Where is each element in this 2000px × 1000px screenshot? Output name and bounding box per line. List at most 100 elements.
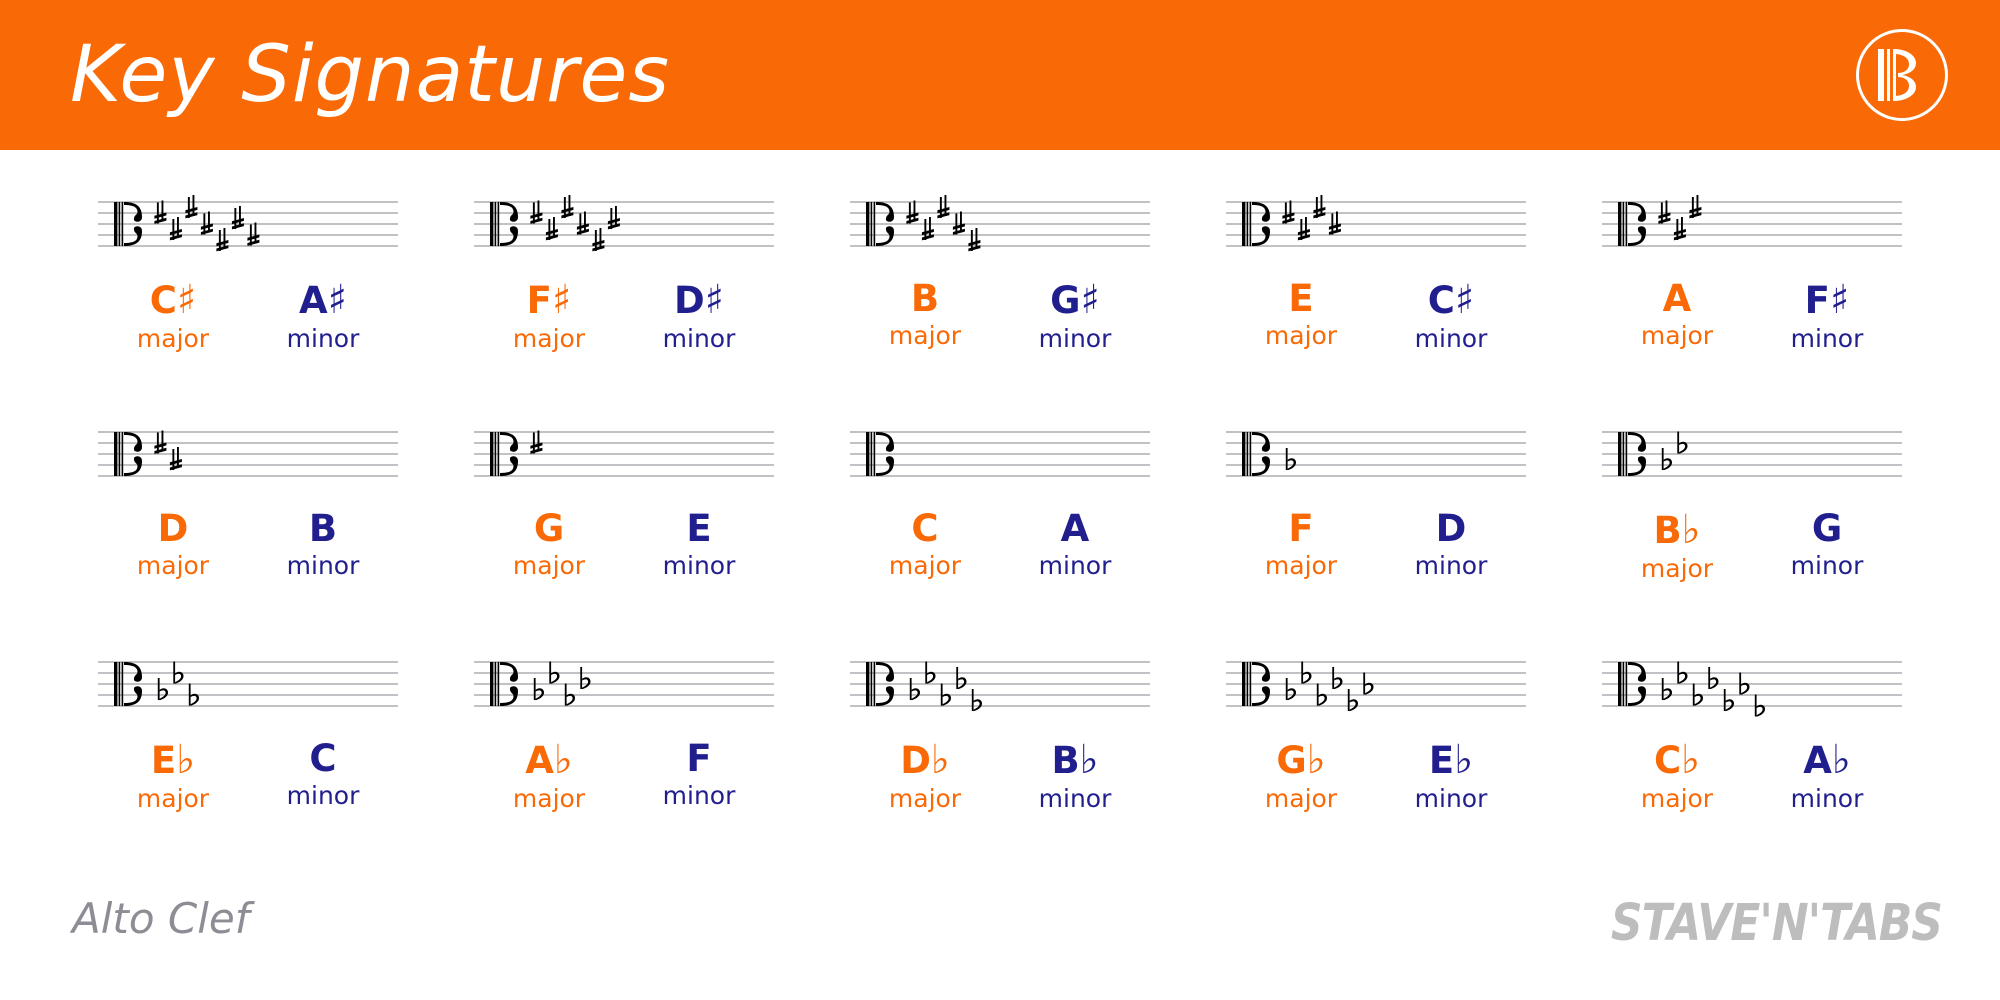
minor-mode-label: minor bbox=[1414, 551, 1488, 580]
flat-icon: ♭ bbox=[1681, 507, 1701, 553]
page-footer: Alto Clef STAVE'N'TABS bbox=[0, 870, 2000, 1000]
minor-key-name: A♯ bbox=[299, 277, 347, 323]
sharp-icon: ♯ bbox=[704, 277, 725, 323]
stave bbox=[1602, 418, 1902, 504]
major-mode-label: major bbox=[888, 321, 962, 350]
key-signature-card: Bmajor G♯ minor bbox=[812, 180, 1188, 410]
sharp-icon: ♯ bbox=[1829, 277, 1850, 323]
major-key-block: Emajor bbox=[1246, 280, 1356, 351]
stave bbox=[850, 418, 1150, 504]
stave bbox=[98, 648, 398, 734]
stave bbox=[1602, 188, 1902, 274]
minor-key-name: A♭ bbox=[1803, 737, 1851, 783]
sharp-icon: ♯ bbox=[327, 277, 347, 323]
major-key-block: Bmajor bbox=[870, 280, 980, 351]
major-key-name: B bbox=[910, 277, 940, 320]
flat-icon: ♭ bbox=[553, 737, 573, 783]
major-key-name: C bbox=[911, 507, 939, 550]
stave bbox=[1226, 648, 1526, 734]
key-labels: Gmajor Eminor bbox=[474, 510, 774, 581]
minor-mode-label: minor bbox=[1790, 784, 1864, 813]
minor-key-name: D bbox=[1435, 507, 1467, 550]
major-key-name: D bbox=[157, 507, 189, 550]
minor-key-block: Aminor bbox=[1020, 510, 1130, 581]
stave bbox=[1226, 188, 1526, 274]
major-key-name: E bbox=[1288, 277, 1314, 320]
flat-icon: ♭ bbox=[930, 737, 950, 783]
minor-key-name: F bbox=[686, 737, 712, 780]
minor-mode-label: minor bbox=[662, 781, 736, 810]
major-key-block: Fmajor bbox=[1246, 510, 1356, 581]
major-key-name: F bbox=[1288, 507, 1314, 550]
minor-key-block: Fminor bbox=[644, 740, 754, 811]
major-key-name: F♯ bbox=[526, 277, 572, 323]
minor-key-block: A♯ minor bbox=[268, 280, 378, 354]
minor-key-block: Bminor bbox=[268, 510, 378, 581]
key-labels: Emajor C♯ minor bbox=[1226, 280, 1526, 354]
stave bbox=[850, 188, 1150, 274]
minor-key-name: F♯ bbox=[1804, 277, 1850, 323]
key-labels: B♭ major Gminor bbox=[1602, 510, 1902, 584]
sharp-icon: ♯ bbox=[551, 277, 572, 323]
minor-key-block: C♯ minor bbox=[1396, 280, 1506, 354]
key-labels: C♯ major A♯ minor bbox=[98, 280, 398, 354]
minor-key-block: Cminor bbox=[268, 740, 378, 811]
page-header: Key Signatures bbox=[0, 0, 2000, 150]
stave bbox=[98, 418, 398, 504]
flat-icon: ♭ bbox=[1454, 737, 1474, 783]
major-key-block: C♭ major bbox=[1622, 740, 1732, 814]
minor-mode-label: minor bbox=[1790, 551, 1864, 580]
major-mode-label: major bbox=[1264, 551, 1338, 580]
major-key-block: E♭ major bbox=[118, 740, 228, 814]
minor-mode-label: minor bbox=[1038, 551, 1112, 580]
minor-mode-label: minor bbox=[1414, 784, 1488, 813]
stave bbox=[474, 418, 774, 504]
major-key-name: C♭ bbox=[1653, 737, 1701, 783]
minor-key-block: F♯ minor bbox=[1772, 280, 1882, 354]
key-labels: Fmajor Dminor bbox=[1226, 510, 1526, 581]
minor-mode-label: minor bbox=[662, 324, 736, 353]
major-mode-label: major bbox=[512, 551, 586, 580]
major-mode-label: major bbox=[888, 784, 962, 813]
minor-key-block: D♯ minor bbox=[644, 280, 754, 354]
key-signature-card: G♭ major E♭ minor bbox=[1188, 640, 1564, 870]
stave bbox=[474, 188, 774, 274]
major-key-name: B♭ bbox=[1653, 507, 1701, 553]
minor-mode-label: minor bbox=[1790, 324, 1864, 353]
key-labels: E♭ major Cminor bbox=[98, 740, 398, 814]
major-key-name: G bbox=[533, 507, 565, 550]
major-key-name: C♯ bbox=[149, 277, 197, 323]
minor-key-block: Gminor bbox=[1772, 510, 1882, 581]
minor-key-block: G♯ minor bbox=[1020, 280, 1130, 354]
sharp-icon: ♯ bbox=[176, 277, 197, 323]
major-key-name: A♭ bbox=[525, 737, 573, 783]
minor-key-name: B bbox=[308, 507, 338, 550]
major-mode-label: major bbox=[1640, 321, 1714, 350]
major-mode-label: major bbox=[1264, 321, 1338, 350]
major-mode-label: major bbox=[136, 551, 210, 580]
key-signature-card: C♯ major A♯ minor bbox=[60, 180, 436, 410]
key-signature-card: Fmajor Dminor bbox=[1188, 410, 1564, 640]
major-mode-label: major bbox=[512, 324, 586, 353]
major-mode-label: major bbox=[136, 784, 210, 813]
key-labels: Dmajor Bminor bbox=[98, 510, 398, 581]
sharp-icon: ♯ bbox=[1454, 277, 1475, 323]
minor-key-name: G♯ bbox=[1050, 277, 1100, 323]
key-labels: G♭ major E♭ minor bbox=[1226, 740, 1526, 814]
major-key-block: D♭ major bbox=[870, 740, 980, 814]
flat-icon: ♭ bbox=[1681, 737, 1701, 783]
stave bbox=[1602, 648, 1902, 734]
minor-key-name: B♭ bbox=[1051, 737, 1099, 783]
major-mode-label: major bbox=[1640, 554, 1714, 583]
minor-key-name: A bbox=[1060, 507, 1090, 550]
minor-mode-label: minor bbox=[286, 551, 360, 580]
key-signature-card: C♭ major A♭ minor bbox=[1564, 640, 1940, 870]
major-key-block: B♭ major bbox=[1622, 510, 1732, 584]
key-signature-grid: C♯ major A♯ minor F♯ major D♯ minor Bmajor G♯ mino… bbox=[0, 150, 2000, 870]
major-mode-label: major bbox=[1264, 784, 1338, 813]
flat-icon: ♭ bbox=[1831, 737, 1851, 783]
minor-key-name: G bbox=[1811, 507, 1843, 550]
key-labels: Bmajor G♯ minor bbox=[850, 280, 1150, 354]
minor-mode-label: minor bbox=[286, 324, 360, 353]
minor-mode-label: minor bbox=[1038, 784, 1112, 813]
